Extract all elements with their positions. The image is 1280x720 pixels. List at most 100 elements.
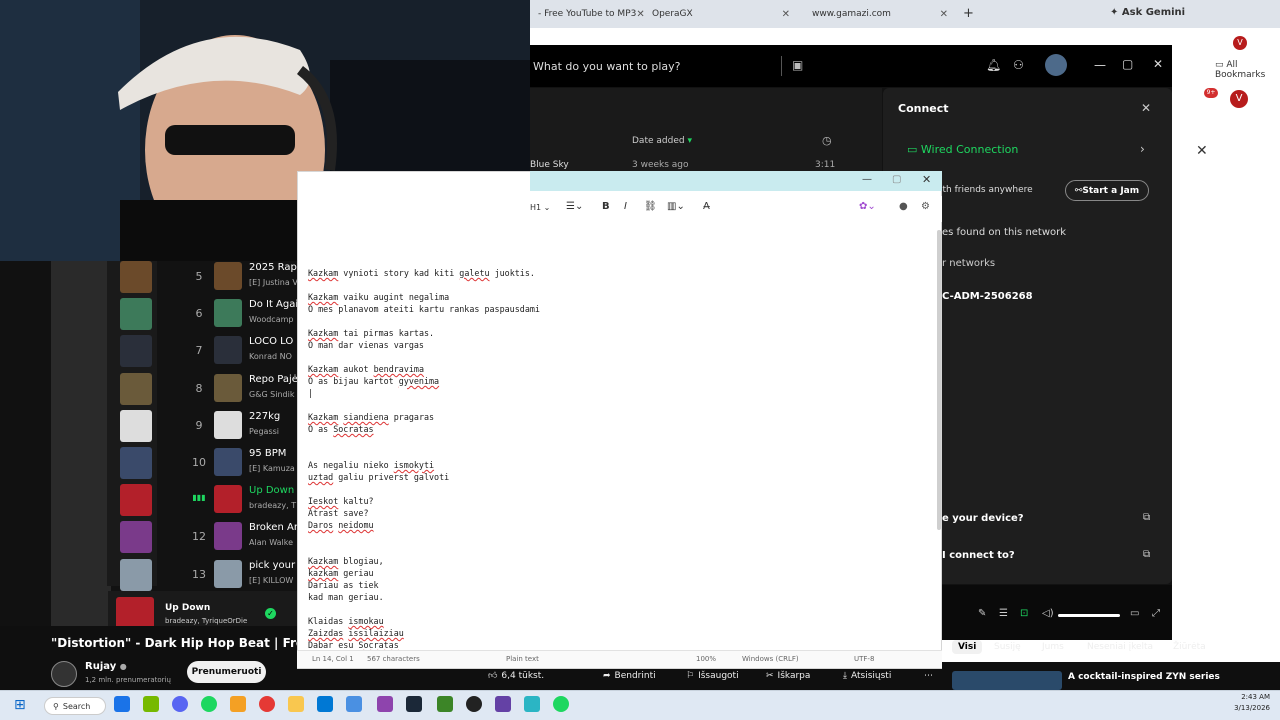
close-icon[interactable]: ✕ [1141, 101, 1151, 115]
edge-icon[interactable] [114, 696, 130, 712]
track-title[interactable]: 227kg [249, 411, 280, 422]
chip[interactable]: Visi [952, 640, 983, 654]
download-button[interactable]: ⤓ Atsisiųsti [843, 667, 891, 685]
connect-device-icon[interactable]: ⊡ [1020, 608, 1028, 619]
close-icon[interactable]: ✕ [1196, 143, 1208, 159]
bold-icon[interactable]: B [602, 201, 610, 212]
windows-start-icon[interactable]: ⊞ [14, 697, 26, 713]
track-artist[interactable]: Konrad NO [249, 352, 292, 361]
close-icon[interactable]: ✕ [782, 9, 790, 20]
track-artist[interactable]: bradeazy, T [249, 501, 296, 510]
side-thumbnail[interactable] [120, 447, 152, 479]
track-title[interactable]: Up Down [249, 485, 294, 496]
maximize-button[interactable]: ▢ [892, 174, 901, 185]
list-icon[interactable]: ☰⌄ [566, 201, 583, 212]
album-art[interactable] [214, 410, 242, 439]
discord-icon[interactable] [172, 696, 188, 712]
queue-icon[interactable]: ☰ [999, 608, 1008, 619]
video-thumbnail[interactable] [952, 671, 1062, 690]
now-playing-title[interactable]: Up Down [165, 603, 210, 613]
minecraft-icon[interactable] [437, 696, 453, 712]
clear-format-icon[interactable]: A̶ [703, 201, 710, 212]
side-thumbnail[interactable] [120, 298, 152, 331]
ask-gemini-button[interactable]: ✦ Ask Gemini [1110, 7, 1185, 18]
side-thumbnail[interactable] [120, 484, 152, 517]
heading-dropdown[interactable]: H1 ⌄ [530, 203, 550, 212]
notepad-icon[interactable] [524, 696, 540, 712]
check-icon[interactable]: ✓ [265, 608, 276, 619]
fullscreen-icon[interactable]: ⤢ [1152, 608, 1160, 619]
file-explorer-icon[interactable] [288, 696, 304, 712]
track-artist[interactable]: [E] Justina V [249, 278, 298, 287]
minimize-button[interactable]: — [1094, 58, 1106, 72]
encoding[interactable]: UTF-8 [854, 655, 874, 663]
channel-name[interactable]: Rujay ● [85, 661, 127, 672]
minimize-button[interactable]: — [862, 174, 872, 185]
list-item[interactable]: 9 227kg Pegassi [51, 407, 297, 444]
list-item[interactable]: ▮▮▮ Up Down bradeazy, T [51, 481, 297, 518]
link-icon[interactable]: ⛓ [644, 201, 657, 212]
format-mode[interactable]: Plain text [506, 655, 539, 663]
help-link[interactable]: e your device? [942, 513, 1024, 524]
external-link-icon[interactable]: ⧉ [1143, 512, 1150, 523]
spotify-icon[interactable] [553, 696, 569, 712]
more-icon[interactable]: ⋯ [924, 667, 933, 685]
list-item[interactable]: 10 95 BPM [E] Kamuza [51, 444, 297, 481]
snipping-tool-icon[interactable] [377, 696, 393, 712]
album-art[interactable] [214, 373, 242, 402]
track-artist[interactable]: [E] KILLOW [249, 576, 293, 585]
spotify-icon[interactable] [201, 696, 217, 712]
gear-icon[interactable]: ⚙ [921, 201, 930, 212]
bell-icon[interactable]: 🔔︎ [986, 58, 1001, 72]
track-artist[interactable]: Pegassi [249, 427, 279, 436]
notepad-text-area[interactable]: Kazkam vynioti story kad kiti galetu juo… [308, 267, 540, 651]
side-thumbnail[interactable] [120, 558, 152, 591]
help-link[interactable]: I connect to? [942, 550, 1015, 561]
save-button[interactable]: ⚐ Išsaugoti [686, 667, 739, 685]
clip-button[interactable]: ✂ Iškarpa [766, 667, 810, 685]
like-button[interactable]: 👍︎ 6,4 tūkst. [488, 667, 544, 685]
device-name[interactable]: C-ADM-2506268 [942, 291, 1033, 302]
steam-icon[interactable] [406, 696, 422, 712]
list-item[interactable]: 6 Do It Agai Woodcamp [51, 295, 298, 332]
track-title[interactable]: 95 BPM [249, 448, 286, 459]
now-playing-artist[interactable]: bradeazy, TyriqueOrDie [165, 617, 247, 625]
scrollbar[interactable] [937, 230, 941, 530]
side-thumbnail[interactable] [120, 335, 152, 368]
friends-icon[interactable]: ⚇ [1013, 58, 1024, 72]
maximize-button[interactable]: ▢ [1122, 57, 1133, 71]
italic-icon[interactable]: I [624, 201, 627, 212]
list-item[interactable]: 12 Broken Ar Alan Walke [51, 518, 298, 555]
track-artist[interactable]: G&G Sindik [249, 390, 294, 399]
line-ending[interactable]: Windows (CRLF) [742, 655, 799, 663]
track-title[interactable]: Do It Agai [249, 299, 298, 310]
close-button[interactable]: ✕ [1153, 57, 1163, 71]
miniplayer-icon[interactable]: ▭ [1130, 608, 1139, 619]
side-thumbnail[interactable] [120, 409, 152, 442]
video-title[interactable]: "Distortion" - Dark Hip Hop Beat | Free … [51, 636, 297, 650]
new-tab-button[interactable]: + [963, 6, 974, 21]
chevron-right-icon[interactable]: › [1140, 142, 1145, 156]
other-networks-text[interactable]: r networks [942, 258, 995, 269]
track-title[interactable]: pick your [249, 560, 295, 571]
chrome-icon[interactable] [259, 696, 275, 712]
store-icon[interactable] [317, 696, 333, 712]
list-item[interactable]: 7 LOCO LO Konrad NO [51, 332, 297, 369]
album-art[interactable] [214, 559, 242, 588]
volume-slider[interactable] [1058, 614, 1120, 617]
column-date-added[interactable]: Date added ▾ [632, 136, 692, 146]
track-title[interactable]: Repo Pajė [249, 374, 298, 385]
browse-icon[interactable]: ▣ [792, 58, 803, 72]
track-title[interactable]: 2025 Rap [249, 262, 297, 273]
table-icon[interactable]: ▥⌄ [667, 201, 685, 212]
channel-avatar[interactable] [51, 661, 77, 687]
zoom-level[interactable]: 100% [696, 655, 716, 663]
chip[interactable]: Neseniai įkelta [1087, 642, 1153, 652]
list-item[interactable]: 5 2025 Rap [E] Justina V [51, 258, 298, 295]
chip[interactable]: Žiūrėta [1173, 642, 1206, 652]
chip[interactable]: Susiję [994, 642, 1021, 652]
album-art[interactable] [214, 299, 242, 328]
account-icon[interactable]: ● [899, 201, 908, 212]
nvidia-icon[interactable] [143, 696, 159, 712]
browser-tab[interactable]: www.gamazi.com ✕ [806, 4, 954, 24]
